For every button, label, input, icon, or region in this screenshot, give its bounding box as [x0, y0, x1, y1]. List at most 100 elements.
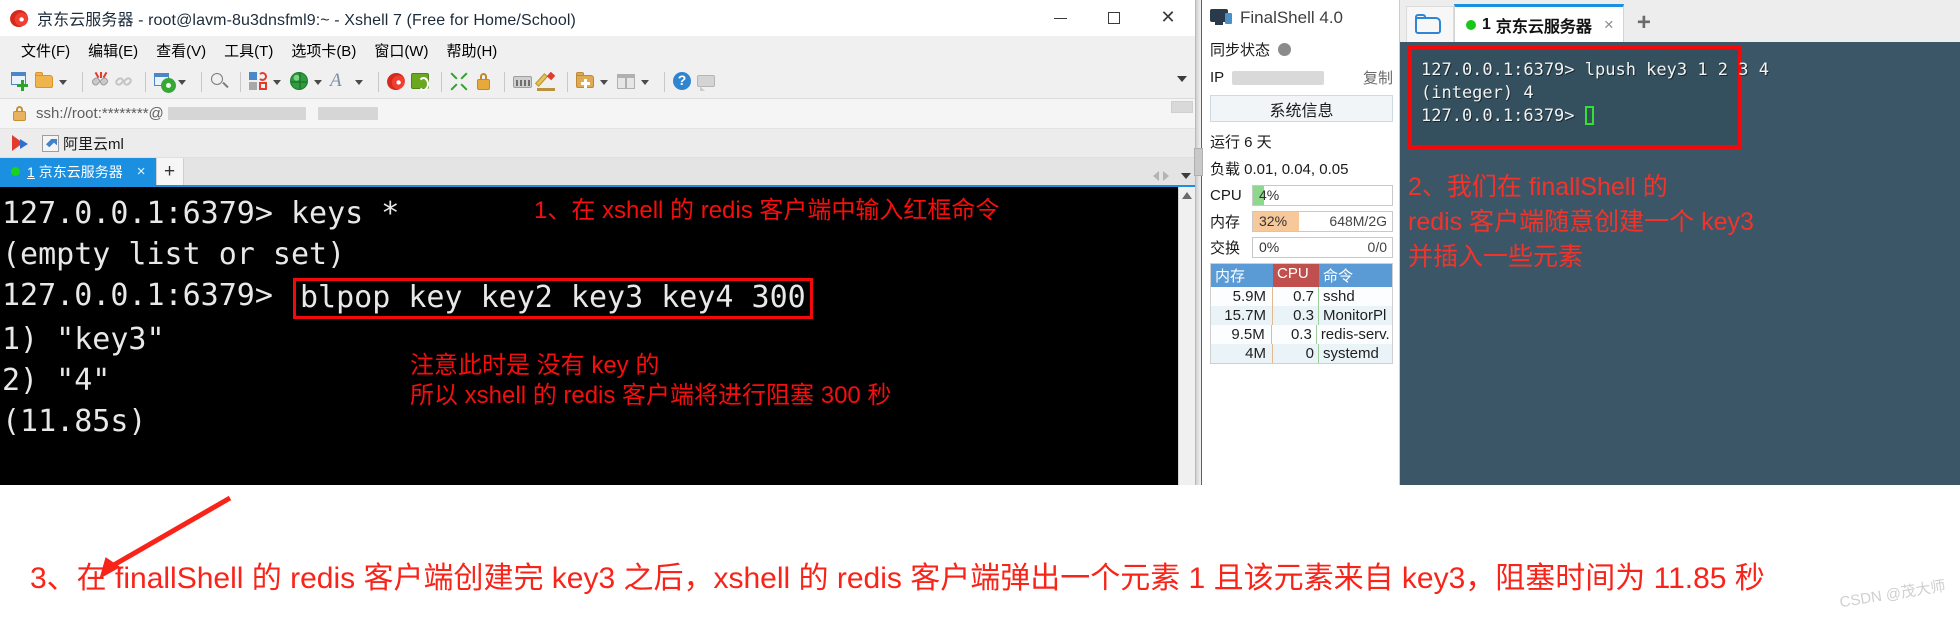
new-tab-button[interactable]: +: [155, 158, 184, 185]
finalshell-terminal[interactable]: 127.0.0.1:6379> lpush key3 1 2 3 4 (inte…: [1400, 42, 1960, 485]
terminal-line: (empty list or set): [2, 237, 346, 272]
toolbar-overflow-icon[interactable]: [1177, 76, 1187, 82]
reconnect-button[interactable]: [113, 71, 135, 92]
search-icon: [209, 71, 230, 92]
xshell-terminal[interactable]: 127.0.0.1:6379> keys * (empty list or se…: [0, 187, 1178, 485]
process-table[interactable]: 内存 CPU 命令 5.9M 0.7 sshd 15.7M 0.3 Monito…: [1210, 263, 1393, 364]
xftp-button[interactable]: [410, 71, 431, 92]
open-folder-button[interactable]: [34, 71, 72, 92]
swap-meter-row: 交换 0% 0/0: [1210, 237, 1393, 258]
chat-button[interactable]: [696, 71, 717, 92]
copy-ip-button[interactable]: 复制: [1363, 67, 1393, 88]
new-tab-button[interactable]: +: [1624, 4, 1664, 42]
memory-meter-detail: 648M/2G: [1329, 213, 1387, 229]
globe-button[interactable]: [289, 71, 327, 92]
menu-tabs[interactable]: 选项卡(B): [282, 37, 365, 64]
menu-window[interactable]: 窗口(W): [365, 37, 437, 64]
window-title: 京东云服务器 - root@lavm-8u3dnsfml9:~ - Xshell…: [37, 12, 576, 29]
open-folder-button[interactable]: [1406, 6, 1454, 42]
terminal-prompt: 127.0.0.1:6379>: [2, 278, 291, 313]
chevron-down-icon[interactable]: [178, 80, 186, 85]
tab-label: 京东云服务器: [38, 163, 123, 180]
lock-button[interactable]: [473, 71, 494, 92]
cell-cpu: 0.7: [1273, 287, 1319, 306]
maximize-icon: [1108, 12, 1120, 24]
keyboard-button[interactable]: [512, 71, 533, 92]
menu-edit[interactable]: 编辑(E): [79, 37, 147, 64]
chevron-down-icon[interactable]: [641, 80, 649, 85]
column-header-memory[interactable]: 内存: [1211, 264, 1273, 287]
font-button[interactable]: A: [330, 70, 368, 92]
annotation-note-2: 注意此时是 没有 key 的 所以 xshell 的 redis 客户端将进行阻…: [410, 351, 891, 411]
new-session-button[interactable]: [10, 71, 31, 92]
address-scrollbar[interactable]: [1171, 101, 1193, 113]
table-row[interactable]: 5.9M 0.7 sshd: [1211, 287, 1392, 306]
menu-help[interactable]: 帮助(H): [437, 37, 506, 64]
chevron-down-icon[interactable]: [314, 80, 322, 85]
highlight-pen-button[interactable]: [534, 71, 557, 92]
chevron-down-icon[interactable]: [59, 80, 67, 85]
address-bar[interactable]: ssh://root:********@: [0, 99, 1195, 129]
chevron-down-icon[interactable]: [355, 80, 363, 85]
table-row[interactable]: 4M 0 systemd: [1211, 344, 1392, 363]
bookmark-flag-icon: [12, 134, 32, 152]
cpu-meter-label: CPU: [1210, 187, 1242, 204]
bookmark-label[interactable]: 阿里云ml: [63, 133, 124, 154]
disconnect-button[interactable]: [90, 71, 111, 92]
annotation-note-3-line-3: 并插入一些元素: [1408, 243, 1584, 271]
terminal-scrollbar[interactable]: [1178, 187, 1195, 485]
maximize-button[interactable]: [1087, 0, 1141, 36]
minimize-button[interactable]: [1033, 0, 1087, 36]
panel-resize-handle[interactable]: [1194, 148, 1203, 176]
file-transfer-button[interactable]: [248, 71, 286, 92]
file-transfer-icon: [248, 71, 269, 92]
table-row[interactable]: 15.7M 0.3 MonitorPl: [1211, 306, 1392, 325]
cpu-meter-row: CPU 4%: [1210, 185, 1393, 206]
cell-memory: 9.5M: [1211, 325, 1272, 344]
toolbar-divider: [664, 71, 665, 92]
table-row[interactable]: 9.5M 0.3 redis-serv.: [1211, 325, 1392, 344]
scroll-right-icon[interactable]: [1163, 171, 1169, 181]
chevron-down-icon[interactable]: [600, 80, 608, 85]
system-info-button[interactable]: 系统信息: [1210, 95, 1393, 122]
find-button[interactable]: [209, 71, 230, 92]
xshell-icon: [384, 70, 408, 93]
chevron-up-icon[interactable]: [1182, 192, 1192, 199]
close-button[interactable]: ✕: [1141, 0, 1195, 36]
swap-meter-bar: 0% 0/0: [1252, 237, 1393, 258]
bottom-annotation-area: 3、在 finallShell 的 redis 客户端创建完 key3 之后，x…: [0, 485, 1960, 624]
xftp-icon: [410, 71, 431, 92]
fullscreen-button[interactable]: [449, 71, 470, 92]
terminal-line: (integer) 4: [1421, 83, 1534, 103]
cpu-meter-percent: 4%: [1259, 187, 1280, 203]
chevron-down-icon[interactable]: [273, 80, 281, 85]
scroll-left-icon[interactable]: [1153, 171, 1159, 181]
menu-tools[interactable]: 工具(T): [215, 37, 282, 64]
toolbar-divider: [145, 71, 146, 92]
cpu-meter-bar: 4%: [1252, 185, 1393, 206]
layout-button[interactable]: [616, 71, 654, 92]
cell-command: MonitorPl: [1323, 307, 1387, 324]
close-icon[interactable]: ×: [137, 163, 146, 180]
shortcut-icon[interactable]: [42, 134, 59, 152]
tab-list-icon[interactable]: [1181, 173, 1191, 179]
add-folder-button[interactable]: [575, 71, 613, 92]
xshell-window: 京东云服务器 - root@lavm-8u3dnsfml9:~ - Xshell…: [0, 0, 1196, 485]
xshell-button[interactable]: [384, 70, 408, 93]
column-header-cpu[interactable]: CPU: [1273, 264, 1319, 287]
cell-memory: 15.7M: [1211, 306, 1273, 325]
toolbar-divider: [82, 71, 83, 92]
menu-view[interactable]: 查看(V): [147, 37, 215, 64]
tab-jingdong-cloud-server[interactable]: 1 京东云服务器 ×: [0, 158, 156, 185]
toolbar-divider: [240, 71, 241, 92]
tab-jingdong-cloud-server[interactable]: 1 京东云服务器 ×: [1454, 4, 1624, 42]
help-button[interactable]: ?: [672, 71, 693, 92]
tab-number: 1: [27, 163, 35, 180]
menu-file[interactable]: 文件(F): [12, 37, 79, 64]
sync-status-row: 同步状态: [1210, 39, 1393, 60]
ip-label: IP: [1210, 69, 1225, 86]
session-properties-button[interactable]: [153, 71, 191, 92]
text-cursor: [1584, 106, 1594, 125]
column-header-command[interactable]: 命令: [1319, 264, 1392, 287]
close-icon[interactable]: ×: [1604, 15, 1614, 35]
